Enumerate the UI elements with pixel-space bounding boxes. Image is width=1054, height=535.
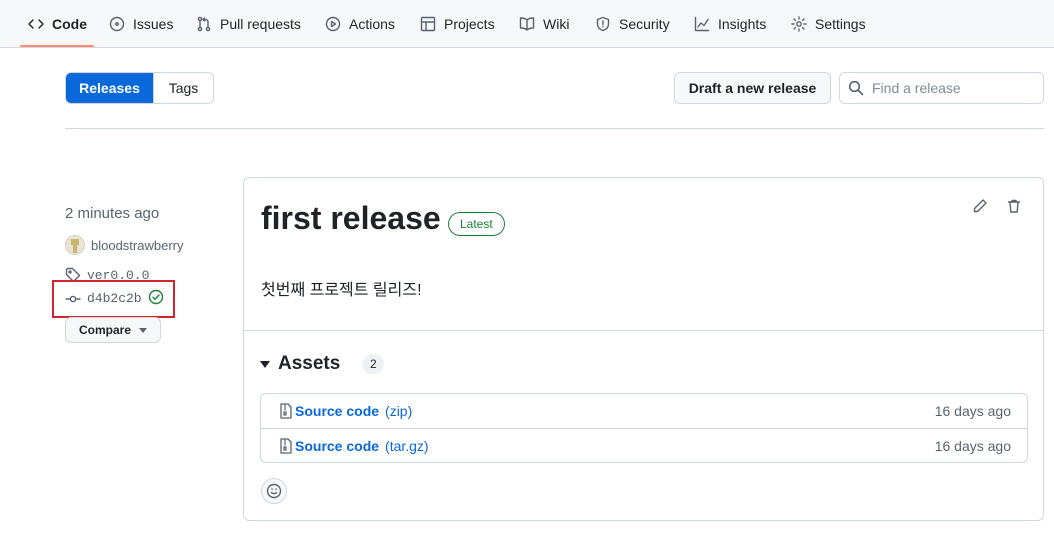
author-name[interactable]: bloodstrawberry: [91, 238, 184, 253]
issue-opened-icon: [109, 16, 125, 32]
tab-insights[interactable]: Insights: [694, 0, 766, 48]
latest-badge: Latest: [448, 212, 505, 236]
asset-row[interactable]: Source code (tar.gz) 16 days ago: [261, 428, 1027, 462]
git-pull-request-icon: [197, 16, 211, 32]
assets-heading: Assets: [278, 353, 341, 374]
release-search-input[interactable]: [872, 80, 1032, 96]
tab-wiki-label: Wiki: [543, 16, 570, 32]
asset-ext[interactable]: (zip): [385, 403, 412, 419]
tab-security-label: Security: [619, 16, 670, 32]
edit-button[interactable]: [972, 198, 990, 216]
releases-tags-toggle: Releases Tags: [65, 72, 214, 104]
gear-icon: [791, 16, 807, 32]
play-icon: [325, 16, 341, 32]
triangle-down-icon: [260, 360, 270, 368]
tab-settings-label: Settings: [815, 16, 866, 32]
delete-button[interactable]: [1006, 198, 1024, 216]
release-time: 2 minutes ago: [65, 205, 160, 222]
tab-code-label: Code: [52, 16, 87, 32]
asset-name[interactable]: Source code: [295, 438, 379, 454]
tab-projects[interactable]: Projects: [420, 0, 495, 48]
release-search[interactable]: [839, 72, 1044, 104]
add-reaction-button[interactable]: [261, 478, 287, 504]
caret-down-icon: [139, 327, 147, 333]
assets-counter: 2: [362, 354, 385, 374]
tab-settings[interactable]: Settings: [791, 0, 866, 48]
asset-name[interactable]: Source code: [295, 403, 379, 419]
repo-nav: Code Issues Pull requests Actions Projec…: [0, 0, 1054, 48]
tab-actions-label: Actions: [349, 16, 395, 32]
release-title[interactable]: first release: [261, 200, 441, 237]
release-card: first release Latest 첫번째 프로젝트 릴리즈! Asset…: [243, 177, 1044, 521]
tab-insights-label: Insights: [718, 16, 767, 32]
tab-code[interactable]: Code: [28, 0, 87, 48]
commit-highlight-box: [52, 280, 175, 318]
tab-actions[interactable]: Actions: [325, 0, 395, 48]
tab-issues[interactable]: Issues: [109, 0, 173, 48]
trash-icon: [1007, 199, 1021, 213]
shield-icon: [596, 16, 610, 32]
asset-date: 16 days ago: [934, 403, 1011, 419]
tab-security[interactable]: Security: [595, 0, 670, 48]
asset-link[interactable]: Source code (tar.gz): [279, 438, 429, 454]
asset-list: Source code (zip) 16 days ago Source cod…: [260, 393, 1028, 463]
release-author[interactable]: bloodstrawberry: [65, 235, 184, 255]
asset-row[interactable]: Source code (zip) 16 days ago: [261, 394, 1027, 428]
tab-wiki[interactable]: Wiki: [519, 0, 569, 48]
tags-button[interactable]: Tags: [153, 73, 213, 103]
file-zip-icon: [280, 403, 292, 419]
code-icon: [28, 19, 44, 29]
avatar: [65, 235, 85, 255]
asset-date: 16 days ago: [934, 437, 1011, 454]
release-body: 첫번째 프로젝트 릴리즈!: [261, 282, 422, 299]
pencil-icon: [973, 199, 987, 213]
compare-button[interactable]: Compare: [65, 317, 161, 343]
tab-pull-requests[interactable]: Pull requests: [196, 0, 301, 48]
asset-link[interactable]: Source code (zip): [279, 403, 412, 419]
table-icon: [420, 16, 436, 32]
releases-button[interactable]: Releases: [66, 73, 153, 103]
tab-projects-label: Projects: [444, 16, 495, 32]
graph-icon: [694, 16, 710, 32]
compare-label: Compare: [78, 323, 131, 337]
tab-issues-label: Issues: [133, 16, 174, 32]
book-icon: [519, 17, 535, 31]
tab-pull-requests-label: Pull requests: [220, 16, 301, 32]
section-divider: [65, 128, 1044, 129]
file-zip-icon: [280, 437, 292, 454]
draft-release-button[interactable]: Draft a new release: [674, 72, 831, 104]
assets-toggle[interactable]: Assets 2: [260, 353, 385, 375]
card-divider: [244, 330, 1043, 331]
active-tab-indicator: [20, 45, 94, 47]
asset-ext[interactable]: (tar.gz): [385, 438, 429, 454]
search-icon: [848, 80, 864, 96]
smiley-icon: [266, 483, 282, 499]
